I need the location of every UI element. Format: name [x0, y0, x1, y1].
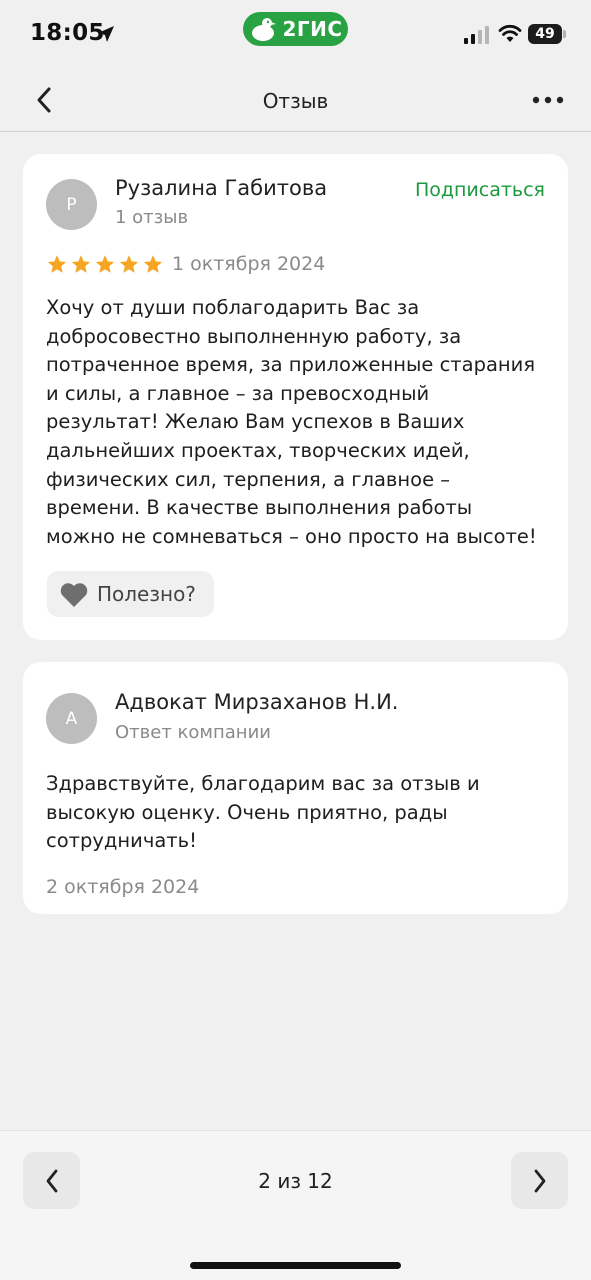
- signal-icon: [464, 26, 489, 44]
- brand-badge[interactable]: 2ГИС: [243, 12, 348, 46]
- helpful-button[interactable]: Полезно?: [47, 571, 214, 617]
- review-text-line: потраченное время, за приложенные старан…: [46, 353, 536, 377]
- review-text-line: можно не сомневаться – оно просто на выс…: [46, 524, 537, 548]
- reply-author-name[interactable]: Адвокат Мирзаханов Н.И.: [115, 690, 398, 714]
- star-icon: [71, 255, 91, 273]
- star-icon: [47, 255, 67, 273]
- subscribe-button[interactable]: Подписаться: [415, 179, 545, 201]
- star-icon: [95, 255, 115, 273]
- review-date: 1 октября 2024: [172, 253, 326, 275]
- reply-text-line: высокую оценку. Очень приятно, рады: [46, 800, 448, 824]
- brand-name: 2ГИС: [282, 17, 343, 41]
- review-pager: 2 из 12: [0, 1130, 591, 1280]
- more-button[interactable]: [528, 84, 568, 116]
- heart-icon: [60, 582, 88, 607]
- location-arrow-icon: [98, 26, 114, 42]
- next-review-button[interactable]: [511, 1152, 568, 1209]
- status-time: 18:05: [30, 20, 105, 46]
- star-icon: [143, 255, 163, 273]
- reply-author-label: Ответ компании: [115, 722, 271, 743]
- review-text-line: физических сил, терпения, а главное –: [46, 467, 451, 491]
- avatar[interactable]: А: [46, 693, 97, 744]
- more-dots-icon: [532, 96, 564, 104]
- battery-level: 49: [535, 26, 555, 42]
- review-card: Р Рузалина Габитова 1 отзыв Подписаться …: [23, 154, 568, 640]
- reply-text-line: сотрудничать!: [46, 829, 197, 853]
- reply-date: 2 октября 2024: [46, 876, 200, 898]
- review-text-line: Хочу от души поблагодарить Вас за: [46, 296, 420, 319]
- home-indicator: [190, 1262, 401, 1269]
- star-icon: [119, 255, 139, 273]
- review-text-line: результат! Желаю Вам успехов в Ваших: [46, 410, 465, 434]
- reply-text-line: Здравствуйте, благодарим вас за отзыв и: [46, 772, 480, 795]
- review-text-line: времени. В качестве выполнения работы: [46, 496, 473, 520]
- brand-logo-icon: [252, 18, 277, 41]
- review-author-count: 1 отзыв: [115, 207, 189, 228]
- reply-text: Здравствуйте, благодарим вас за отзыв и …: [46, 770, 551, 856]
- review-text-line: дальнейших проектах, творческих идей,: [46, 438, 470, 462]
- chevron-right-icon: [534, 1169, 545, 1192]
- wifi-icon: [498, 24, 522, 42]
- rating-stars: [46, 253, 164, 275]
- page-title: Отзыв: [262, 89, 329, 113]
- avatar[interactable]: Р: [46, 179, 97, 230]
- helpful-label: Полезно?: [97, 582, 196, 606]
- nav-bar: Отзыв: [0, 70, 591, 132]
- review-author-name[interactable]: Рузалина Габитова: [115, 176, 327, 200]
- review-text-line: и силы, а главное – за превосходный: [46, 381, 430, 405]
- battery-icon: 49: [528, 24, 566, 44]
- review-text-line: добросовестно выполненную работу, за: [46, 324, 462, 348]
- status-bar: 18:05 2ГИС 49: [0, 0, 591, 70]
- pager-position: 2 из 12: [258, 1169, 333, 1193]
- company-reply-card: А Адвокат Мирзаханов Н.И. Ответ компании…: [23, 662, 568, 914]
- review-text: Хочу от души поблагодарить Вас за доброс…: [46, 294, 551, 551]
